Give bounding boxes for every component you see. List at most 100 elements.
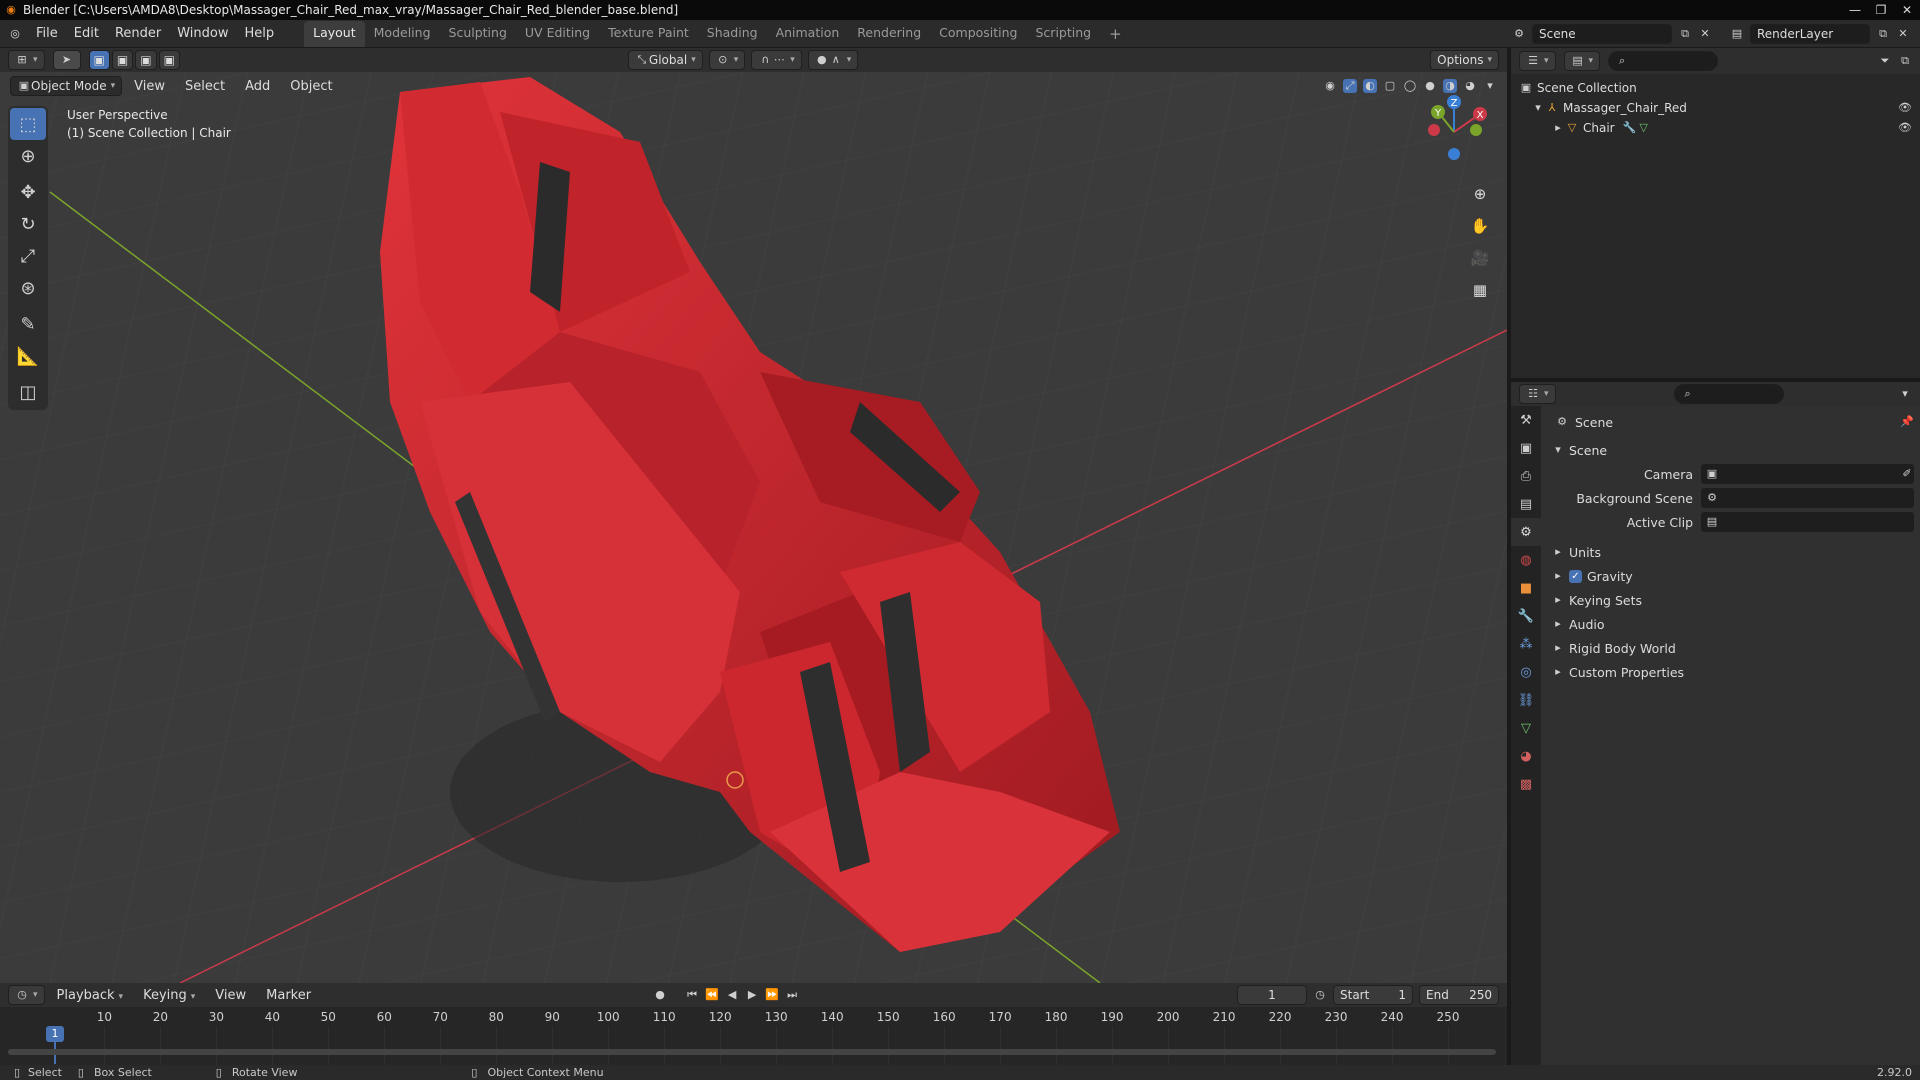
pan-hand-icon[interactable]: ✋ bbox=[1466, 212, 1494, 240]
outliner-editor-type[interactable]: ☰ bbox=[1519, 51, 1556, 71]
tab-sculpting[interactable]: Sculpting bbox=[440, 21, 516, 47]
proportional-editing-dropdown[interactable]: ● ∧ bbox=[807, 50, 859, 70]
minimize-icon[interactable]: — bbox=[1842, 0, 1868, 20]
background-scene-field[interactable]: ⚙ bbox=[1701, 488, 1914, 508]
tab-uv-editing[interactable]: UV Editing bbox=[516, 21, 599, 47]
ortho-toggle-icon[interactable]: ▦ bbox=[1466, 276, 1494, 304]
select-invert-button[interactable]: ▣ bbox=[158, 50, 180, 70]
material-preview-icon[interactable]: ◑ bbox=[1443, 79, 1457, 93]
gravity-panel[interactable]: ▸ ✓ Gravity bbox=[1551, 564, 1914, 588]
next-keyframe-icon[interactable]: ⏩ bbox=[765, 988, 779, 1002]
xray-toggle-icon[interactable]: ▢ bbox=[1383, 79, 1397, 93]
modifier-tab-icon[interactable]: 🔧 bbox=[1511, 602, 1541, 630]
filter-icon[interactable]: ⏷ bbox=[1878, 54, 1892, 68]
menu-help[interactable]: Help bbox=[237, 26, 283, 41]
particles-tab-icon[interactable]: ⁂ bbox=[1511, 630, 1541, 658]
data-tab-icon[interactable]: ▽ bbox=[1511, 714, 1541, 742]
visibility-dropdown-icon[interactable]: ◉ bbox=[1323, 79, 1337, 93]
add-cube-tool[interactable]: ◫ bbox=[10, 376, 46, 408]
properties-search-input[interactable]: ⌕ bbox=[1673, 384, 1784, 404]
render-tab-icon[interactable]: ▣ bbox=[1511, 434, 1541, 462]
units-panel[interactable]: ▸ Units bbox=[1551, 540, 1914, 564]
menu-add[interactable]: Add bbox=[237, 79, 278, 94]
zoom-icon[interactable]: ⊕ bbox=[1466, 180, 1494, 208]
overlay-toggle-icon[interactable]: ◐ bbox=[1363, 79, 1377, 93]
rotate-tool[interactable]: ↻ bbox=[10, 208, 46, 240]
tab-layout[interactable]: Layout bbox=[304, 21, 365, 47]
menu-view[interactable]: View bbox=[126, 79, 173, 94]
menu-object[interactable]: Object bbox=[282, 79, 340, 94]
transform-tool[interactable]: ⊛ bbox=[10, 272, 46, 304]
properties-editor-type[interactable]: ☷ bbox=[1519, 384, 1556, 404]
pivot-point-dropdown[interactable]: ⊙ bbox=[708, 50, 746, 70]
tool-tab-icon[interactable]: ⚒ bbox=[1511, 406, 1541, 434]
timeline-scrollbar[interactable] bbox=[8, 1049, 1496, 1055]
output-tab-icon[interactable]: ⎙ bbox=[1511, 462, 1541, 490]
options-dropdown[interactable]: Options bbox=[1430, 50, 1499, 70]
select-new-button[interactable]: ▣ bbox=[88, 50, 110, 70]
eyedropper-icon[interactable]: ✐ bbox=[1900, 467, 1914, 481]
wireframe-shading-icon[interactable]: ◯ bbox=[1403, 79, 1417, 93]
cursor-tool[interactable]: ⊕ bbox=[10, 140, 46, 172]
add-workspace-button[interactable]: + bbox=[1100, 21, 1131, 47]
menu-keying[interactable]: Keying bbox=[135, 988, 203, 1003]
record-icon[interactable]: ● bbox=[653, 988, 667, 1002]
pin-icon[interactable]: 📌 bbox=[1900, 415, 1914, 429]
jump-end-icon[interactable]: ⏭ bbox=[785, 988, 799, 1002]
select-box-tool[interactable]: ⬚ bbox=[10, 108, 46, 140]
snap-dropdown[interactable]: ∩ ⋯ bbox=[751, 50, 802, 70]
preview-range-icon[interactable]: ◷ bbox=[1313, 988, 1327, 1002]
visibility-eye-icon[interactable]: 👁 bbox=[1898, 101, 1912, 115]
prev-keyframe-icon[interactable]: ⏪ bbox=[705, 988, 719, 1002]
close-icon[interactable]: ✕ bbox=[1894, 0, 1920, 20]
menu-edit[interactable]: Edit bbox=[66, 26, 107, 41]
play-icon[interactable]: ▶ bbox=[745, 988, 759, 1002]
measure-tool[interactable]: 📐 bbox=[10, 340, 46, 372]
gravity-checkbox[interactable]: ✓ bbox=[1569, 569, 1582, 583]
expand-down-icon[interactable]: ▾ bbox=[1531, 101, 1545, 115]
menu-playback[interactable]: Playback bbox=[49, 988, 132, 1003]
tab-texture-paint[interactable]: Texture Paint bbox=[599, 21, 698, 47]
camera-field[interactable]: ▣ ✐ bbox=[1701, 464, 1914, 484]
mode-dropdown[interactable]: ▣ Object Mode bbox=[10, 76, 123, 96]
object-tab-icon[interactable]: ■ bbox=[1511, 574, 1541, 602]
gizmo-toggle-icon[interactable]: ⤢ bbox=[1343, 79, 1357, 93]
timeline-ruler[interactable]: 10 20 30 40 50 60 70 80 90 100 110 120 130 140 150 160 1… bbox=[0, 1007, 1507, 1065]
constraints-tab-icon[interactable]: ⛓ bbox=[1511, 686, 1541, 714]
physics-tab-icon[interactable]: ◎ bbox=[1511, 658, 1541, 686]
camera-view-icon[interactable]: 🎥 bbox=[1466, 244, 1494, 272]
solid-shading-icon[interactable]: ● bbox=[1423, 79, 1437, 93]
active-clip-field[interactable]: ▤ bbox=[1701, 512, 1914, 532]
menu-window[interactable]: Window bbox=[169, 26, 236, 41]
menu-file[interactable]: File bbox=[28, 26, 66, 41]
keying-sets-panel[interactable]: ▸ Keying Sets bbox=[1551, 588, 1914, 612]
new-scene-icon[interactable]: ⧉ bbox=[1678, 27, 1692, 41]
blender-menu-icon[interactable]: ◎ bbox=[8, 27, 22, 41]
active-tool-button[interactable]: ➤ bbox=[52, 50, 81, 70]
outliner-item-chair[interactable]: ▸ ▽ Chair 🔧 ▽ 👁 bbox=[1519, 118, 1912, 138]
tab-rendering[interactable]: Rendering bbox=[848, 21, 930, 47]
tab-scripting[interactable]: Scripting bbox=[1027, 21, 1101, 47]
new-renderlayer-icon[interactable]: ⧉ bbox=[1876, 27, 1890, 41]
end-frame-field[interactable]: End 250 bbox=[1419, 985, 1499, 1005]
expand-right-icon[interactable]: ▸ bbox=[1551, 121, 1565, 135]
outliner-item-massager-chair[interactable]: ▾ ⅄ Massager_Chair_Red 👁 bbox=[1519, 98, 1912, 118]
tab-modeling[interactable]: Modeling bbox=[365, 21, 440, 47]
view-layer-tab-icon[interactable]: ▤ bbox=[1511, 490, 1541, 518]
renderlayer-selector[interactable]: RenderLayer bbox=[1750, 23, 1870, 44]
texture-tab-icon[interactable]: ▩ bbox=[1511, 770, 1541, 798]
move-tool[interactable]: ✥ bbox=[10, 176, 46, 208]
rendered-shading-icon[interactable]: ◕ bbox=[1463, 79, 1477, 93]
navigation-gizmo[interactable]: Z X Y bbox=[1420, 92, 1500, 172]
menu-timeline-view[interactable]: View bbox=[207, 988, 254, 1003]
scene-selector[interactable]: Scene bbox=[1532, 23, 1672, 44]
world-tab-icon[interactable]: ◍ bbox=[1511, 546, 1541, 574]
timeline-editor-type[interactable]: ◷ bbox=[8, 985, 45, 1005]
delete-renderlayer-icon[interactable]: ✕ bbox=[1896, 27, 1910, 41]
outliner-scene-collection[interactable]: ▣ Scene Collection bbox=[1519, 78, 1912, 98]
play-reverse-icon[interactable]: ◀ bbox=[725, 988, 739, 1002]
annotate-tool[interactable]: ✎ bbox=[10, 308, 46, 340]
maximize-icon[interactable]: ❐ bbox=[1868, 0, 1894, 20]
shading-options-icon[interactable]: ▾ bbox=[1483, 79, 1497, 93]
menu-render[interactable]: Render bbox=[107, 26, 169, 41]
